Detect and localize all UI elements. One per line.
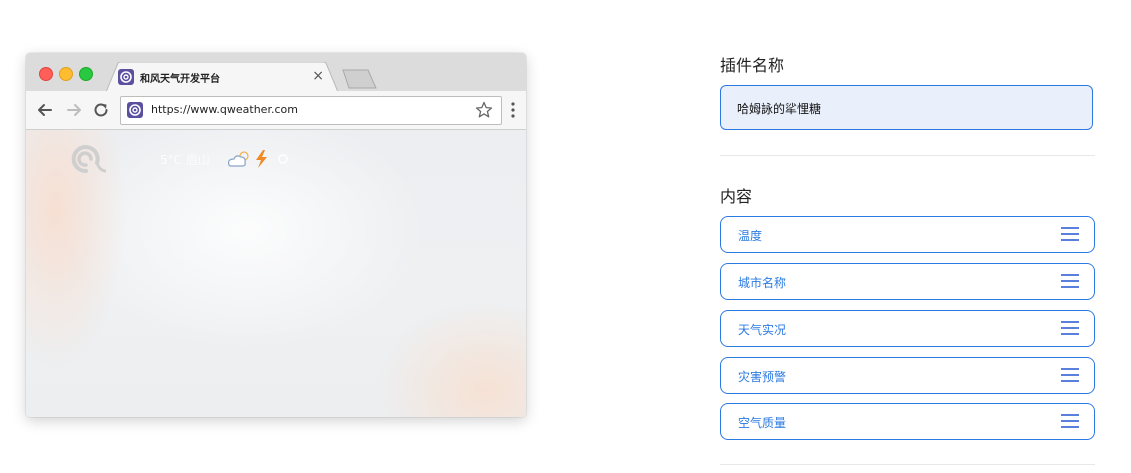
forward-arrow-icon[interactable] (64, 100, 84, 120)
content-item-label: 温度 (738, 229, 763, 243)
drag-handle-icon[interactable] (1061, 321, 1079, 336)
content-item[interactable]: 空气质量 (720, 403, 1095, 440)
weather-preview-text: 5°C 眉山 (160, 153, 210, 167)
content-item-label: 城市名称 (738, 276, 787, 290)
content-item[interactable]: 城市名称 (720, 263, 1095, 300)
content-item[interactable]: 温度 (720, 216, 1095, 253)
tab-close-icon[interactable]: × (312, 67, 324, 85)
lightning-icon (256, 150, 267, 168)
drag-handle-icon[interactable] (1061, 414, 1079, 429)
extra-weather-icon (278, 154, 288, 164)
reload-icon[interactable] (91, 100, 111, 120)
back-arrow-icon[interactable] (35, 100, 55, 120)
browser-preview: 和风天气开发平台 × https://www.qweather.com 5°C … (26, 53, 526, 417)
page-viewport: 5°C 眉山 (26, 130, 526, 417)
plugin-name-input[interactable]: 哈姆詠的㸺悝糖 (720, 85, 1093, 130)
plugin-name-value: 哈姆詠的㸺悝糖 (737, 102, 822, 116)
browser-tab[interactable]: 和风天气开发平台 × (106, 62, 338, 92)
content-item-label: 灾害预警 (738, 370, 787, 384)
content-heading: 内容 (720, 187, 753, 206)
url-text: https://www.qweather.com (151, 103, 298, 116)
address-bar[interactable]: https://www.qweather.com (120, 96, 502, 125)
drag-handle-icon[interactable] (1061, 368, 1079, 383)
browser-toolbar: https://www.qweather.com (26, 91, 526, 130)
maximize-window-button[interactable] (79, 67, 93, 81)
minimize-window-button[interactable] (59, 67, 73, 81)
qweather-favicon-icon (118, 69, 134, 85)
tab-bar: 和风天气开发平台 × (26, 53, 526, 92)
content-item[interactable]: 灾害预警 (720, 357, 1095, 394)
plugin-name-heading: 插件名称 (720, 56, 785, 75)
cloudy-icon (227, 151, 249, 167)
drag-handle-icon[interactable] (1061, 227, 1079, 242)
weather-icons (227, 150, 288, 168)
divider (720, 155, 1095, 156)
qweather-logo-icon (71, 145, 106, 174)
content-item-label: 空气质量 (738, 416, 787, 430)
menu-dots-icon[interactable] (510, 101, 516, 119)
drag-handle-icon[interactable] (1061, 274, 1079, 289)
close-window-button[interactable] (39, 67, 53, 81)
tab-title: 和风天气开发平台 (140, 74, 220, 85)
star-icon[interactable] (474, 100, 494, 120)
qweather-favicon-icon (127, 102, 143, 118)
content-item-label: 天气实况 (738, 323, 787, 337)
new-tab-button[interactable] (342, 69, 378, 89)
content-item[interactable]: 天气实况 (720, 310, 1095, 347)
divider (720, 464, 1095, 465)
